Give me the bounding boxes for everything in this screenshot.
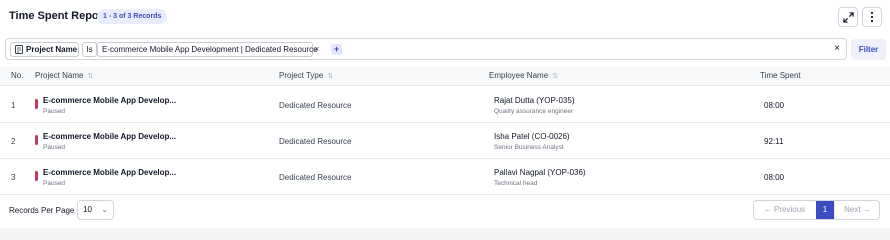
page-title: Time Spent Report: [9, 10, 107, 22]
records-per-page-value: 10: [83, 205, 92, 214]
row-number: 3: [11, 173, 16, 182]
filter-operator-chip[interactable]: Is: [82, 42, 97, 57]
status-marker: [35, 171, 38, 181]
pagination: ← Previous 1 Next →: [753, 200, 880, 220]
project-name-link[interactable]: E-commerce Mobile App Develop...: [43, 168, 176, 177]
time-spent-report-panel: Time Spent Report 1 - 3 of 3 Records Pro…: [0, 0, 890, 228]
column-header-project-type[interactable]: Project Type ⇅: [279, 66, 333, 87]
document-icon: [15, 45, 23, 54]
time-spent: 92:11: [764, 137, 784, 146]
status-marker: [35, 99, 38, 109]
table-row[interactable]: 3 E-commerce Mobile App Develop... Pause…: [0, 159, 890, 195]
sort-icon[interactable]: ⇅: [552, 73, 558, 80]
time-spent: 08:00: [764, 173, 785, 182]
employee-role: Technical head: [494, 180, 538, 187]
page-button-current[interactable]: 1: [816, 201, 834, 219]
more-options-button[interactable]: [862, 7, 882, 27]
records-per-page-label: Records Per Page: [9, 206, 75, 215]
project-type: Dedicated Resource: [279, 101, 352, 110]
next-page-button[interactable]: Next →: [834, 201, 879, 219]
project-type: Dedicated Resource: [279, 137, 352, 146]
records-per-page-select[interactable]: 10 ⌄: [77, 200, 114, 220]
more-vertical-icon: [870, 11, 874, 23]
time-spent: 08:00: [764, 101, 785, 110]
previous-page-button[interactable]: ← Previous: [754, 201, 815, 219]
employee-name: Isha Patel (CO-0026): [494, 132, 570, 141]
arrow-left-icon: ←: [763, 205, 772, 214]
employee-name: Rajat Dutta (YOP-035): [494, 96, 575, 105]
project-status: Paused: [43, 108, 66, 115]
expand-button[interactable]: [838, 7, 858, 27]
filter-field-label: Project Name: [26, 45, 78, 54]
expand-icon: [842, 11, 854, 23]
table-row[interactable]: 1 E-commerce Mobile App Develop... Pause…: [0, 87, 890, 123]
row-number: 2: [11, 137, 16, 146]
table-header: No. Project Name ⇅ Project Type ⇅ Employee…: [0, 66, 890, 86]
sort-icon[interactable]: ⇅: [87, 73, 93, 80]
column-header-employee-name[interactable]: Employee Name ⇅: [489, 66, 558, 87]
arrow-right-icon: →: [862, 205, 871, 214]
filter-field-chip[interactable]: Project Name: [10, 42, 79, 57]
clear-filters-icon[interactable]: ×: [834, 43, 840, 55]
table-row[interactable]: 2 E-commerce Mobile App Develop... Pause…: [0, 123, 890, 159]
filter-button[interactable]: Filter: [851, 39, 886, 60]
remove-filter-icon[interactable]: ×: [314, 43, 319, 55]
chevron-down-icon: ⌄: [101, 205, 108, 214]
filter-bar[interactable]: Project Name Is E-commerce Mobile App De…: [5, 38, 847, 60]
add-filter-icon[interactable]: +: [331, 44, 342, 55]
column-header-project-name[interactable]: Project Name ⇅: [35, 66, 93, 87]
column-header-no: No.: [11, 71, 24, 80]
project-status: Paused: [43, 180, 66, 187]
project-type: Dedicated Resource: [279, 173, 352, 182]
project-status: Paused: [43, 144, 66, 151]
row-number: 1: [11, 101, 16, 110]
project-name-link[interactable]: E-commerce Mobile App Develop...: [43, 132, 176, 141]
record-count-badge: 1 - 3 of 3 Records: [97, 9, 168, 24]
sort-icon[interactable]: ⇅: [327, 73, 333, 80]
filter-value-chip[interactable]: E-commerce Mobile App Development | Dedi…: [97, 42, 318, 57]
project-name-link[interactable]: E-commerce Mobile App Develop...: [43, 96, 176, 105]
employee-name: Pallavi Nagpal (YOP-036): [494, 168, 586, 177]
status-marker: [35, 135, 38, 145]
column-header-time-spent: Time Spent: [760, 71, 801, 80]
employee-role: Quality assurance engineer: [494, 108, 574, 115]
employee-role: Senior Business Analyst: [494, 144, 564, 151]
